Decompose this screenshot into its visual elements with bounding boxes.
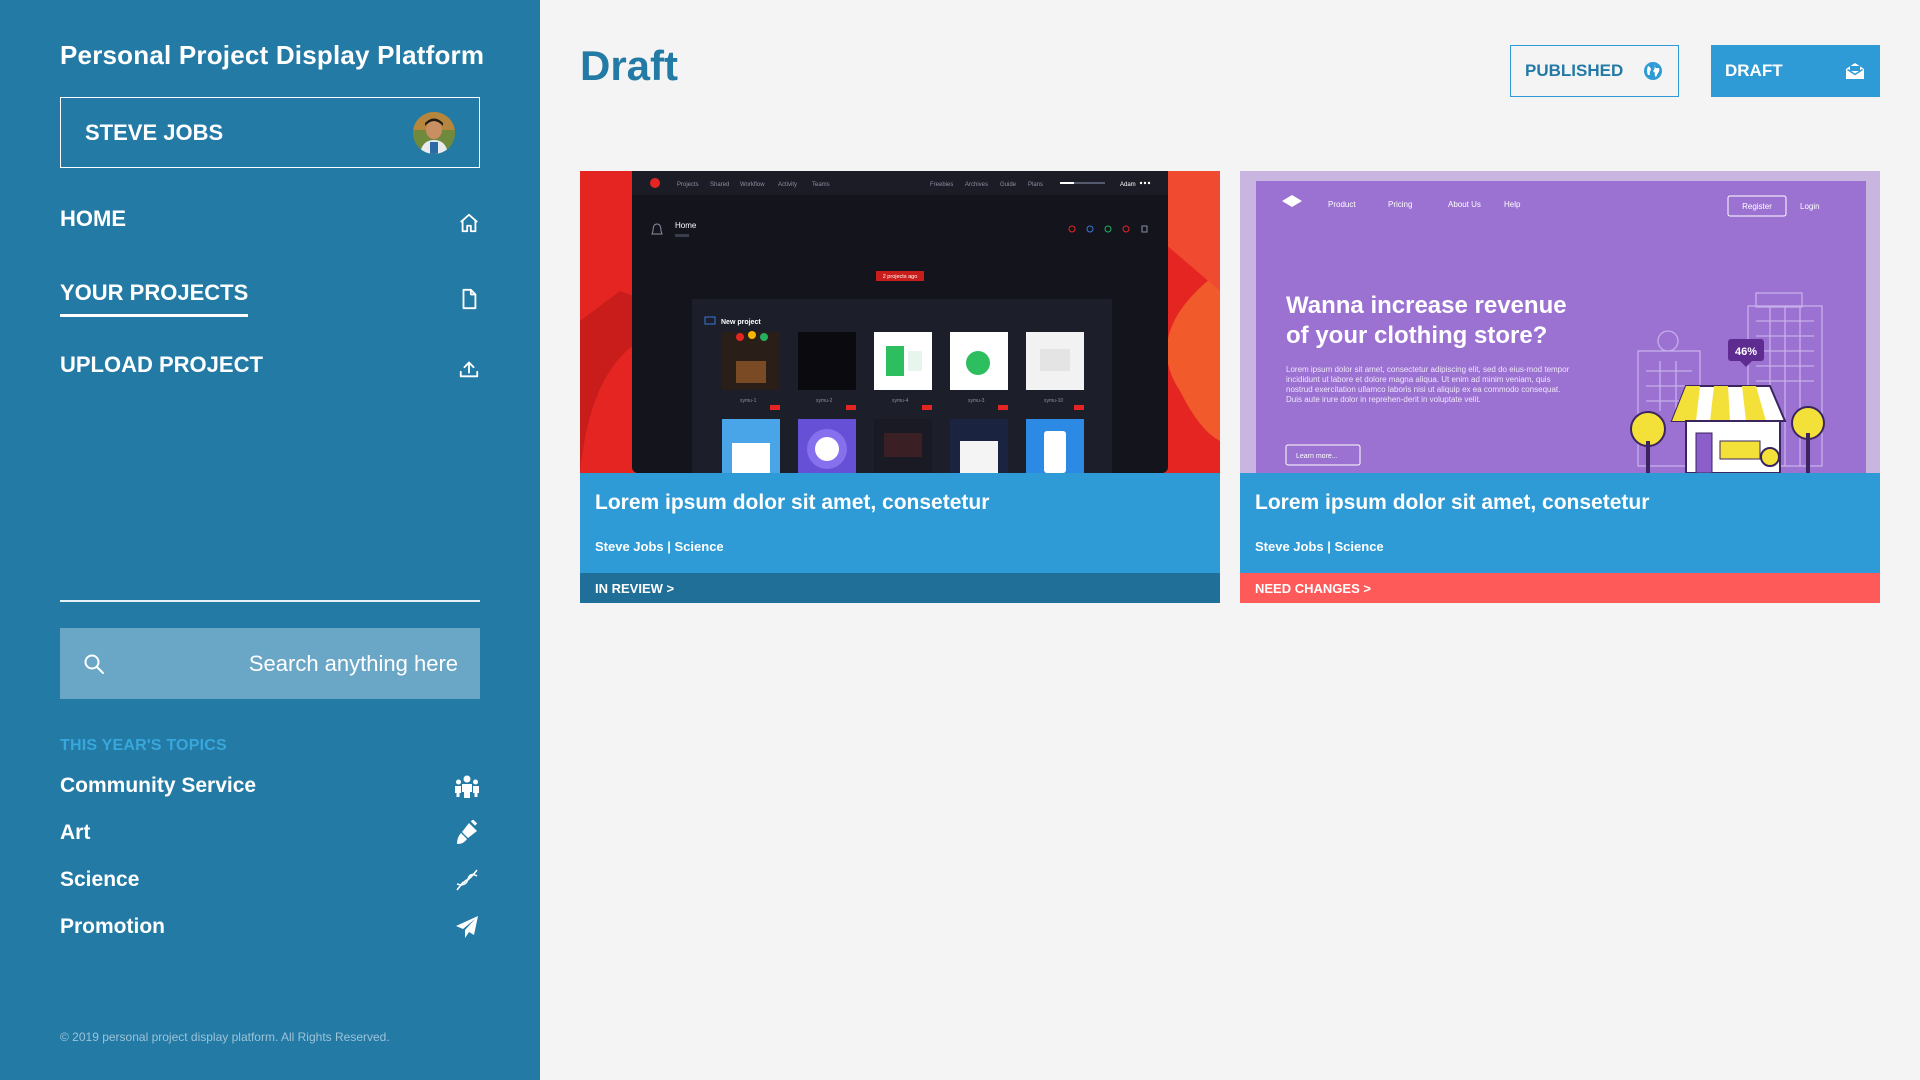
project-thumbnail: Product Pricing About Us Help Register L… [1240,171,1880,473]
tab-published-label: PUBLISHED [1525,61,1624,80]
svg-text:symu-3: symu-3 [968,398,985,404]
copyright: © 2019 personal project display platform… [60,1030,390,1044]
thumb-badge: 46% [1735,346,1757,358]
project-card[interactable]: Projects Shared Workflow Activity Teams … [580,171,1220,603]
home-icon [460,213,478,233]
search-icon [84,654,104,674]
thumb-nav-item: Teams [812,182,830,188]
thumb-nav-item: Plans [1028,182,1043,188]
search-input[interactable] [106,650,458,677]
thumb-cta: Learn more... [1296,453,1338,460]
people-icon [455,775,479,798]
thumb-nav-item: Workflow [740,182,765,188]
tab-draft-label: DRAFT [1725,61,1783,80]
topic-label: Science [60,868,140,891]
thumb-nav-item: Archives [965,182,988,188]
globe-icon [1644,62,1662,80]
topic-science[interactable]: Science [60,867,480,893]
avatar [413,111,455,154]
file-icon [462,288,477,309]
card-meta: Steve Jobs | Science [595,539,724,554]
thumb-register: Register [1742,202,1772,211]
card-meta: Steve Jobs | Science [1255,539,1384,554]
card-body: Lorem ipsum dolor sit amet, consetetur S… [1240,473,1880,573]
svg-text:symu-10: symu-10 [1044,398,1063,404]
topic-label: Community Service [60,774,257,797]
nav-home[interactable]: HOME [60,206,480,240]
dna-icon [456,869,478,891]
svg-text:symu-1: symu-1 [740,398,757,404]
thumb-login: Login [1800,202,1820,211]
user-profile-button[interactable]: STEVE JOBS [60,97,480,168]
card-body: Lorem ipsum dolor sit amet, consetetur S… [580,473,1220,573]
nav-upload-project-label: UPLOAD PROJECT [60,352,263,377]
thumb-body: Lorem ipsum dolor sit amet, consectetur … [1286,365,1570,404]
card-title: Lorem ipsum dolor sit amet, consetetur [595,491,990,514]
status-badge[interactable]: NEED CHANGES > [1240,573,1880,603]
tab-draft[interactable]: DRAFT [1711,45,1880,97]
thumb-nav-item: Guide [1000,182,1017,188]
paper-plane-icon [456,916,478,938]
thumb-nav-item: About Us [1448,200,1481,209]
app-title: Personal Project Display Platform [60,40,485,70]
project-thumbnail: Projects Shared Workflow Activity Teams … [580,171,1220,473]
topic-community-service[interactable]: Community Service [60,773,480,799]
envelope-open-icon [1846,63,1864,79]
upload-icon [459,361,479,378]
thumb-nav-item: Adam [1120,182,1136,188]
topic-promotion[interactable]: Promotion [60,914,480,940]
nav-your-projects-label: YOUR PROJECTS [60,280,249,317]
sidebar-divider [60,600,480,602]
thumb-nav-item: Shared [710,182,729,188]
nav-your-projects[interactable]: YOUR PROJECTS [60,280,480,317]
thumb-nav-item: Projects [677,182,699,188]
thumb-nav-item: Product [1328,200,1356,209]
search-box[interactable] [60,628,480,699]
thumb-badge: 2 projects ago [883,274,918,280]
nav-upload-project[interactable]: UPLOAD PROJECT [60,352,480,386]
topics-heading: THIS YEAR'S TOPICS [60,737,227,754]
page-title: Draft [580,42,679,89]
project-card[interactable]: Product Pricing About Us Help Register L… [1240,171,1880,603]
thumb-breadcrumb: Home [675,221,697,230]
svg-text:symu-2: symu-2 [816,398,833,404]
thumb-nav-item: Help [1504,200,1521,209]
sidebar: Personal Project Display Platform STEVE … [0,0,540,1080]
thumb-nav-item: Activity [778,182,797,188]
thumb-nav-item: Freebies [930,182,953,188]
svg-text:symu-4: symu-4 [892,398,909,404]
thumb-headline: Wanna increase revenue [1286,292,1567,319]
card-title: Lorem ipsum dolor sit amet, consetetur [1255,491,1650,514]
tab-published[interactable]: PUBLISHED [1510,45,1679,97]
topic-label: Art [60,821,91,844]
thumb-headline: of your clothing store? [1286,322,1547,349]
user-name: STEVE JOBS [85,119,224,145]
brush-icon [457,820,478,844]
thumb-panel-title: New project [721,319,761,326]
thumb-nav-item: Pricing [1388,200,1412,209]
topic-art[interactable]: Art [60,820,480,846]
nav-home-label: HOME [60,206,126,231]
status-badge[interactable]: IN REVIEW > [580,573,1220,603]
topic-label: Promotion [60,915,165,938]
